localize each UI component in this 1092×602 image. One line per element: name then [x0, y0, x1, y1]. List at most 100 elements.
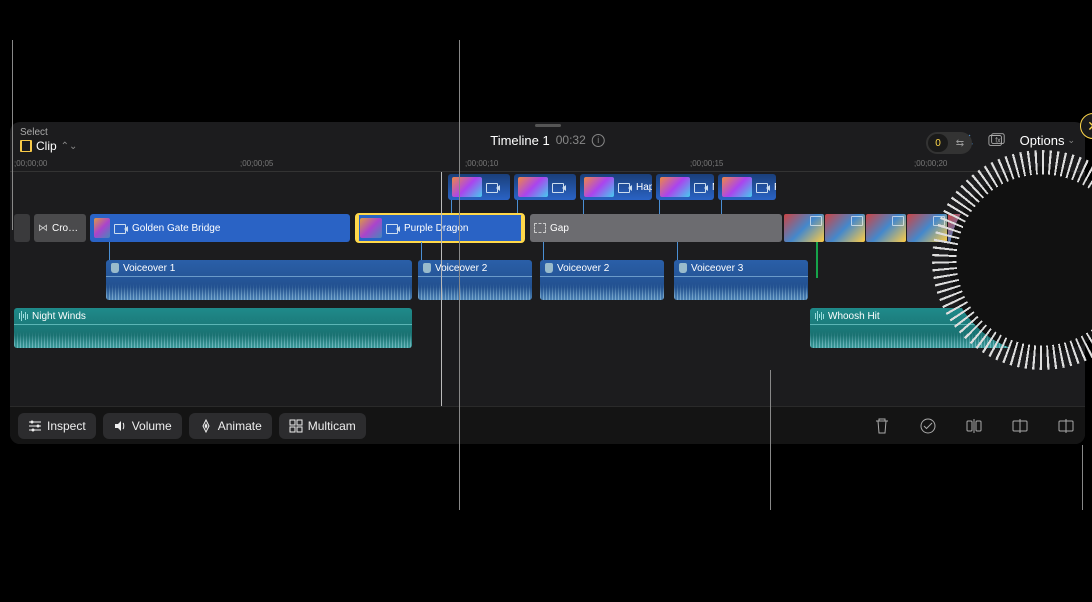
clip-label: Voiceover 2 — [557, 263, 609, 274]
audio-clip-voiceover[interactable]: Voiceover 2 — [418, 260, 532, 300]
enable-button[interactable] — [917, 415, 939, 437]
clip-label: Cro… — [52, 223, 78, 234]
ruler-tick: ;00;00;15 — [690, 159, 723, 168]
timeline-header: Select Clip ⌃⌄ Timeline 1 00:32 i fx Opt… — [10, 122, 1085, 158]
ruler-tick: ;00;00;20 — [914, 159, 947, 168]
clip-label: Hap… — [636, 182, 652, 193]
button-label: Animate — [218, 419, 262, 433]
audio-clip-voiceover[interactable]: Voiceover 1 — [106, 260, 412, 300]
time-ruler[interactable]: ;00;00;00 ;00;00;05 ;00;00;10 ;00;00;15 … — [10, 158, 1085, 172]
camera-icon — [486, 182, 500, 192]
animate-button[interactable]: Animate — [189, 413, 272, 439]
jog-mode-toggle[interactable]: 0 ⇆ — [926, 132, 972, 154]
trim-end-button[interactable] — [1055, 415, 1077, 437]
clip-connector — [451, 200, 452, 214]
inspect-button[interactable]: Inspect — [18, 413, 96, 439]
connected-clip[interactable]: Hap… — [580, 174, 652, 200]
clip-label: Night Winds — [32, 311, 86, 322]
camera-icon — [386, 223, 400, 233]
header-right: fx Options ⌄ — [956, 133, 1075, 148]
ruler-tick: ;00;00;10 — [465, 159, 498, 168]
transition-clip[interactable]: ⋈ Cro… — [34, 214, 86, 242]
clip-label: Gap — [550, 223, 569, 234]
bottom-right-tools — [871, 415, 1077, 437]
clip-icon — [20, 140, 32, 152]
clip-connector — [517, 200, 518, 214]
waveform — [418, 276, 532, 300]
ruler-tick: ;00;00;00 — [14, 159, 47, 168]
volume-button[interactable]: Volume — [103, 413, 182, 439]
options-label: Options — [1020, 133, 1065, 148]
keyframe-icon — [199, 419, 213, 433]
clip-label: Whoosh Hit — [828, 311, 880, 322]
clip-label: Voiceover 2 — [435, 263, 487, 274]
timeline-panel: Select Clip ⌃⌄ Timeline 1 00:32 i fx Opt… — [10, 122, 1085, 444]
clip-selector-label: Clip — [36, 139, 57, 153]
svg-text:fx: fx — [995, 136, 1001, 145]
waveform — [14, 324, 412, 348]
jog-mode-scroll[interactable]: ⇆ — [950, 134, 970, 152]
clip-label: Golden Gate Bridge — [132, 223, 220, 234]
button-label: Multicam — [308, 419, 356, 433]
callout-line — [12, 40, 13, 230]
connected-clip[interactable] — [514, 174, 576, 200]
clip-thumb — [660, 177, 690, 197]
clip-thumb — [452, 177, 482, 197]
jog-mode-nudge[interactable]: 0 — [928, 134, 948, 152]
waveform-icon — [815, 311, 824, 321]
clip-connector — [583, 200, 584, 214]
audio-clip-music[interactable]: Night Winds — [14, 308, 412, 348]
clip-connector — [677, 242, 678, 260]
sliders-icon — [28, 419, 42, 433]
playhead[interactable] — [441, 172, 442, 406]
select-mode: Select Clip ⌃⌄ — [20, 127, 77, 153]
split-button[interactable] — [963, 415, 985, 437]
clip-thumb — [784, 214, 824, 242]
effects-icon[interactable]: fx — [988, 133, 1006, 147]
transition-icon: ⋈ — [38, 223, 48, 234]
callout-line — [1082, 445, 1083, 510]
primary-clip-placeholder[interactable] — [14, 214, 30, 242]
multicam-button[interactable]: Multicam — [279, 413, 366, 439]
clip-label: Voiceover 3 — [691, 263, 743, 274]
clip-label: F… — [774, 182, 776, 193]
clip-selector[interactable]: Clip ⌃⌄ — [20, 139, 77, 153]
audio-clip-voiceover[interactable]: Voiceover 3 — [674, 260, 808, 300]
connected-clip[interactable]: M… — [656, 174, 714, 200]
connected-clip[interactable]: F… — [718, 174, 776, 200]
waveform-icon — [19, 311, 28, 321]
info-icon[interactable]: i — [592, 134, 605, 147]
camera-icon — [756, 182, 770, 192]
waveform — [674, 276, 808, 300]
primary-clip-selected[interactable]: Purple Dragon — [356, 214, 524, 242]
waveform — [106, 276, 412, 300]
gap-icon — [534, 223, 546, 233]
audio-clip-voiceover[interactable]: Voiceover 2 — [540, 260, 664, 300]
options-menu[interactable]: Options ⌄ — [1020, 133, 1075, 148]
chevron-updown-icon: ⌃⌄ — [61, 141, 78, 152]
clip-thumb — [722, 177, 752, 197]
clip-thumb — [518, 177, 548, 197]
gap-clip[interactable]: Gap — [530, 214, 782, 242]
clip-connector — [109, 242, 110, 260]
clip-label: M… — [712, 182, 714, 193]
speaker-icon — [113, 419, 127, 433]
trim-start-button[interactable] — [1009, 415, 1031, 437]
callout-line — [459, 40, 460, 510]
button-label: Inspect — [47, 419, 86, 433]
clip-thumb — [360, 218, 382, 238]
primary-clip[interactable]: Golden Gate Bridge — [90, 214, 350, 242]
header-center: Timeline 1 00:32 i — [490, 133, 605, 148]
clip-thumb — [584, 177, 614, 197]
waveform — [540, 276, 664, 300]
timecode: 00:32 — [556, 133, 586, 147]
tracks-area[interactable]: Hap… M… F… ⋈ Cro… Golden Gate Bridge Purp… — [10, 172, 1085, 406]
chevron-down-icon: ⌄ — [1067, 135, 1075, 146]
clip-thumb — [825, 214, 865, 242]
connected-clip[interactable] — [448, 174, 510, 200]
mic-icon — [423, 263, 431, 273]
delete-button[interactable] — [871, 415, 893, 437]
bottom-toolbar: Inspect Volume Animate Multicam — [10, 406, 1085, 444]
timeline-title[interactable]: Timeline 1 — [490, 133, 549, 148]
clip-thumb — [94, 218, 110, 238]
